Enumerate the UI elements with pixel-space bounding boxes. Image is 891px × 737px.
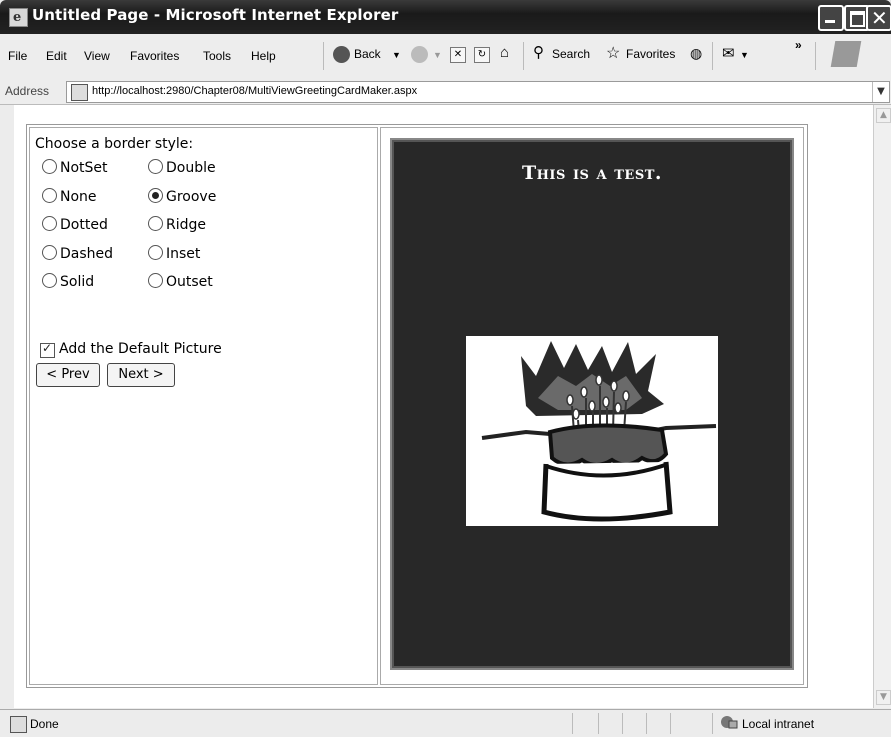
address-dropdown-icon[interactable]: ▼ (872, 82, 889, 102)
favorites-button[interactable]: Favorites (626, 47, 675, 61)
status-panel (712, 713, 713, 734)
search-button[interactable]: Search (552, 47, 590, 61)
address-url[interactable]: http://localhost:2980/Chapter08/MultiVie… (92, 85, 417, 97)
forward-dropdown-icon[interactable]: ▼ (433, 50, 442, 60)
status-text: Done (30, 717, 59, 731)
favorites-star-icon[interactable]: ☆ (606, 43, 620, 63)
status-panel (572, 713, 573, 734)
status-panel (622, 713, 623, 734)
close-icon: ✕ (871, 6, 888, 30)
scroll-up-icon[interactable]: ▲ (876, 108, 891, 123)
greeting-card-preview: This is a test. (390, 138, 794, 670)
radio-button-selected[interactable] (148, 188, 163, 203)
page-content: Choose a border style: NotSet None Dotte… (8, 105, 873, 708)
page-icon (10, 716, 27, 733)
back-button[interactable]: Back (354, 47, 381, 61)
menu-file[interactable]: File (8, 49, 27, 63)
toolbar-separator (523, 42, 524, 70)
mail-icon[interactable]: ✉ (722, 44, 735, 62)
radio-button[interactable] (42, 188, 57, 203)
address-input[interactable]: http://localhost:2980/Chapter08/MultiVie… (66, 81, 890, 103)
windows-logo-icon (830, 41, 862, 67)
refresh-icon[interactable]: ↻ (474, 47, 490, 63)
radio-button[interactable] (148, 245, 163, 260)
minimize-button[interactable] (818, 5, 844, 31)
radio-none[interactable]: None (42, 188, 97, 205)
menu-favorites[interactable]: Favorites (130, 49, 179, 63)
security-zone: Local intranet (742, 717, 815, 731)
menu-toolbar: File Edit View Favorites Tools Help Back… (0, 34, 891, 81)
status-bar: Done Local intranet (0, 709, 891, 737)
status-panel (598, 713, 599, 734)
toolbar-separator (712, 42, 713, 70)
radio-notset[interactable]: NotSet (42, 159, 108, 176)
close-button[interactable]: ✕ (866, 5, 891, 31)
radio-button[interactable] (42, 245, 57, 260)
radio-groove[interactable]: Groove (148, 188, 216, 205)
radio-button[interactable] (148, 216, 163, 231)
address-bar: Address http://localhost:2980/Chapter08/… (0, 80, 891, 105)
menu-help[interactable]: Help (251, 49, 276, 63)
radio-button[interactable] (42, 273, 57, 288)
back-dropdown-icon[interactable]: ▼ (392, 50, 401, 60)
radio-dashed[interactable]: Dashed (42, 245, 113, 262)
birthday-cake-image (466, 336, 718, 526)
radio-button[interactable] (148, 159, 163, 174)
left-window-frame (8, 105, 14, 708)
address-label: Address (5, 84, 50, 98)
radio-ridge[interactable]: Ridge (148, 216, 206, 233)
border-style-label: Choose a border style: (35, 136, 194, 152)
next-button[interactable]: Next > (107, 363, 175, 387)
card-message: This is a test. (521, 162, 663, 184)
cake-illustration (481, 341, 717, 522)
radio-button[interactable] (42, 159, 57, 174)
back-arrow-icon[interactable] (333, 46, 350, 63)
status-panel (646, 713, 647, 734)
history-icon[interactable]: ◍ (690, 45, 702, 62)
radio-outset[interactable]: Outset (148, 273, 213, 290)
home-icon[interactable]: ⌂ (500, 44, 509, 61)
forward-arrow-icon[interactable] (411, 46, 428, 63)
intranet-zone-icon (721, 716, 738, 729)
scroll-down-icon[interactable]: ▼ (876, 690, 891, 705)
radio-double[interactable]: Double (148, 159, 216, 176)
toolbar-separator (815, 42, 816, 70)
menu-tools[interactable]: Tools (203, 49, 231, 63)
ie-page-icon: e (9, 8, 28, 27)
prev-button[interactable]: < Prev (36, 363, 100, 387)
default-picture-label[interactable]: Add the Default Picture (59, 341, 222, 357)
mail-dropdown-icon[interactable]: ▼ (740, 50, 749, 60)
page-icon (71, 84, 88, 101)
search-icon[interactable]: ⚲ (533, 43, 544, 61)
title-bar[interactable]: e Untitled Page - Microsoft Internet Exp… (0, 0, 891, 34)
radio-dotted[interactable]: Dotted (42, 216, 108, 233)
radio-button[interactable] (42, 216, 57, 231)
options-cell (29, 127, 378, 685)
status-panel (670, 713, 671, 734)
toolbar-chevron[interactable]: » (795, 38, 802, 52)
default-picture-checkbox[interactable] (40, 341, 55, 358)
stop-icon[interactable]: ✕ (450, 47, 466, 63)
vertical-scrollbar[interactable]: ▲ ▼ (873, 105, 891, 708)
radio-button[interactable] (148, 273, 163, 288)
menu-view[interactable]: View (84, 49, 110, 63)
toolbar-separator (323, 42, 324, 70)
radio-inset[interactable]: Inset (148, 245, 200, 262)
menu-edit[interactable]: Edit (46, 49, 67, 63)
radio-solid[interactable]: Solid (42, 273, 94, 290)
browser-window: e Untitled Page - Microsoft Internet Exp… (0, 0, 891, 737)
window-title: Untitled Page - Microsoft Internet Explo… (32, 6, 399, 24)
